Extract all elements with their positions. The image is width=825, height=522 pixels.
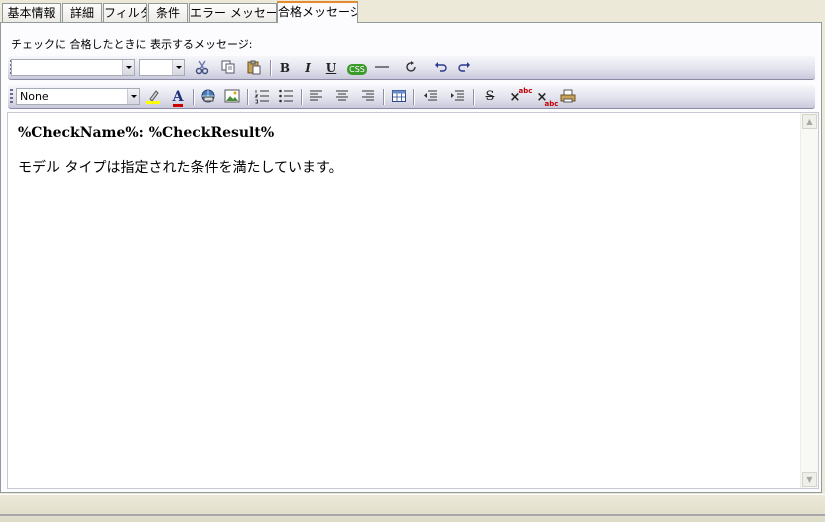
chevron-down-icon[interactable]	[172, 60, 184, 75]
refresh-button[interactable]	[401, 59, 421, 77]
highlight-color-icon	[146, 90, 160, 104]
bullet-list-button[interactable]	[276, 88, 296, 106]
formatting-toolbar: B I U CSS	[8, 56, 815, 80]
chevron-down-icon: ▼	[806, 475, 813, 484]
undo-button[interactable]	[431, 59, 451, 77]
align-right-button[interactable]	[358, 88, 378, 106]
insert-table-icon	[392, 90, 406, 102]
subscript-text: abc	[544, 100, 559, 108]
strikethrough-icon: S	[485, 89, 495, 104]
underline-button[interactable]: U	[321, 59, 341, 77]
align-left-icon	[310, 90, 322, 101]
tab-strip: 基本情報 詳細 フィルタ 条件 エラー メッセージ 合格メッセージ	[0, 0, 825, 23]
status-divider	[0, 514, 825, 516]
vertical-scrollbar[interactable]: ▲ ▼	[800, 113, 818, 488]
toolbar-separator	[193, 89, 195, 105]
copy-button[interactable]	[218, 59, 238, 77]
tab-filter[interactable]: フィルタ	[103, 3, 147, 22]
cut-button[interactable]	[192, 59, 212, 77]
outdent-icon	[424, 90, 437, 101]
scroll-up-button[interactable]: ▲	[802, 114, 817, 129]
superscript-icon: × abc	[510, 87, 533, 105]
tab-error-message[interactable]: エラー メッセージ	[189, 3, 277, 22]
chevron-down-icon[interactable]	[127, 89, 139, 104]
align-center-button[interactable]	[332, 88, 352, 106]
css-icon: CSS	[347, 64, 367, 75]
insert-link-icon	[201, 89, 215, 103]
scroll-down-button[interactable]: ▼	[802, 472, 817, 487]
align-left-button[interactable]	[306, 88, 326, 106]
highlight-color-button[interactable]	[143, 88, 163, 106]
editor-content[interactable]: %CheckName%: %CheckResult% モデル タイプは指定された…	[18, 125, 788, 177]
outdent-button[interactable]	[420, 88, 440, 106]
numbered-list-button[interactable]	[252, 88, 272, 106]
copy-icon	[221, 60, 235, 74]
insert-image-icon	[224, 89, 240, 103]
indent-button[interactable]	[447, 88, 467, 106]
paste-icon	[247, 60, 261, 75]
paragraph-style-select[interactable]: None	[16, 88, 140, 105]
bullet-list-icon	[279, 89, 293, 103]
paste-button[interactable]	[244, 59, 264, 77]
toolbar-separator	[413, 89, 415, 105]
numbered-list-icon	[254, 90, 269, 104]
subscript-button[interactable]: × abc	[530, 88, 559, 108]
italic-icon: I	[305, 61, 311, 75]
tab-details[interactable]: 詳細	[62, 3, 102, 22]
pass-message-panel: チェックに 合格したときに 表示するメッセージ: B I U CSS None …	[0, 22, 822, 493]
tab-basic-info[interactable]: 基本情報	[2, 3, 61, 22]
toolbar-separator	[270, 60, 272, 76]
tab-label: フィルタ	[104, 6, 147, 20]
redo-icon	[458, 62, 470, 72]
css-button[interactable]: CSS	[345, 59, 369, 77]
font-size-select[interactable]	[139, 59, 185, 76]
font-color-icon: A	[172, 89, 184, 107]
tab-label: 詳細	[69, 6, 94, 20]
refresh-icon	[406, 61, 416, 72]
message-editor[interactable]: %CheckName%: %CheckResult% モデル タイプは指定された…	[7, 112, 819, 489]
print-icon	[560, 89, 576, 103]
toolbar-separator	[247, 89, 249, 105]
tab-label: 合格メッセージ	[278, 5, 358, 19]
strikethrough-button[interactable]: S	[480, 88, 500, 106]
status-bar	[0, 494, 825, 522]
chevron-down-icon[interactable]	[122, 60, 134, 75]
insert-table-button[interactable]	[389, 88, 409, 106]
toolbar-separator	[301, 89, 303, 105]
bold-icon: B	[279, 61, 291, 75]
toolbar-separator	[383, 89, 385, 105]
font-family-select[interactable]	[11, 59, 135, 76]
chevron-up-icon: ▲	[806, 117, 813, 126]
check-result-placeholder-line: %CheckName%: %CheckResult%	[18, 125, 275, 141]
print-button[interactable]	[558, 88, 578, 106]
redo-button[interactable]	[454, 59, 474, 77]
toolbar-separator	[473, 89, 475, 105]
underline-icon: U	[325, 61, 337, 75]
undo-icon	[435, 62, 447, 72]
font-color-button[interactable]: A	[168, 88, 188, 107]
subscript-icon: × abc	[537, 90, 559, 108]
align-center-icon	[336, 90, 348, 101]
panel-caption: チェックに 合格したときに 表示するメッセージ:	[11, 38, 253, 51]
tab-label: エラー メッセージ	[190, 6, 277, 20]
tab-label: 基本情報	[7, 6, 56, 20]
paragraph-style-value: None	[20, 90, 49, 103]
indent-icon	[451, 90, 464, 101]
insert-link-button[interactable]	[198, 88, 218, 106]
paragraph-toolbar: None A S × abc × abc	[8, 85, 815, 109]
align-right-icon	[362, 90, 374, 101]
insert-image-button[interactable]	[222, 88, 242, 106]
horizontal-rule-icon	[375, 66, 389, 68]
horizontal-rule-button[interactable]	[372, 59, 392, 77]
tab-pass-message[interactable]: 合格メッセージ	[277, 1, 358, 23]
superscript-button[interactable]: × abc	[503, 87, 533, 106]
toolbar-grip[interactable]	[10, 89, 13, 105]
tab-conditions[interactable]: 条件	[148, 3, 188, 22]
bold-button[interactable]: B	[275, 59, 295, 77]
cut-icon	[195, 60, 209, 75]
pass-message-text: モデル タイプは指定された条件を満たしています。	[18, 160, 343, 176]
tab-label: 条件	[155, 6, 180, 20]
italic-button[interactable]: I	[298, 59, 318, 77]
